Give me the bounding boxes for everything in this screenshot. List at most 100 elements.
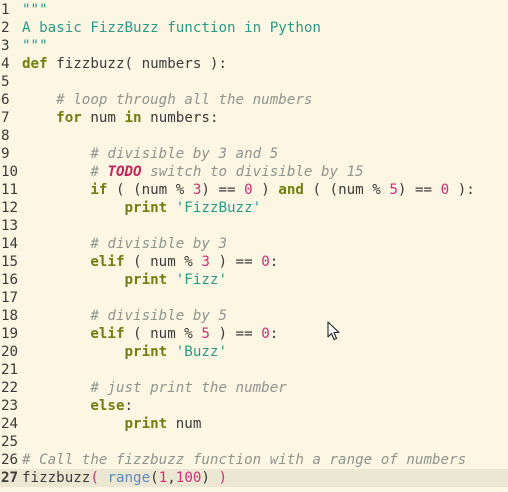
line-code[interactable] — [22, 433, 508, 451]
code-line[interactable]: 15 elif ( num % 3 ) == 0: — [0, 253, 508, 271]
code-line[interactable]: 19 elif ( num % 5 ) == 0: — [0, 325, 508, 343]
line-number: 11 — [1, 182, 19, 198]
line-code[interactable] — [22, 361, 508, 379]
code-token: # just print the number — [90, 380, 287, 396]
code-token: 0 — [261, 254, 270, 270]
code-token: """ — [22, 38, 48, 54]
line-code[interactable]: # Call the fizzbuzz function with a rang… — [22, 451, 508, 469]
line-code[interactable]: # TODO switch to divisible by 15 — [22, 163, 508, 181]
code-line[interactable]: 24 print num — [0, 415, 508, 433]
code-token: 3 — [201, 254, 210, 270]
code-line[interactable]: 5 — [0, 73, 508, 91]
code-token: ) == — [209, 326, 262, 342]
code-token: ( — [150, 470, 159, 486]
line-code[interactable]: # divisible by 3 and 5 — [22, 145, 508, 163]
code-line[interactable]: 27 fizzbuzz( range(1,100) ) — [0, 469, 508, 487]
line-code[interactable]: fizzbuzz( range(1,100) ) — [22, 469, 508, 487]
code-token: num — [167, 416, 202, 432]
line-code[interactable] — [22, 289, 508, 307]
code-line[interactable]: 21 — [0, 361, 508, 379]
code-line[interactable]: 1 """ — [0, 1, 508, 19]
code-line[interactable]: 9 # divisible by 3 and 5 — [0, 145, 508, 163]
code-line[interactable]: 10 # TODO switch to divisible by 15 — [0, 163, 508, 181]
line-number: 16 — [1, 272, 19, 288]
line-number: 15 — [1, 254, 19, 270]
code-line[interactable]: 20 print 'Buzz' — [0, 343, 508, 361]
line-code[interactable]: """ — [22, 37, 508, 55]
code-token: 5 — [389, 182, 398, 198]
line-number: 10 — [1, 164, 19, 180]
code-token: print — [124, 344, 168, 360]
line-number: 24 — [1, 416, 19, 432]
line-code[interactable]: # divisible by 5 — [22, 307, 508, 325]
line-code[interactable]: # loop through all the numbers — [22, 91, 508, 109]
code-line[interactable]: 13 — [0, 217, 508, 235]
code-token: 'Fizz' — [175, 272, 228, 288]
code-line[interactable]: 2 A basic FizzBuzz function in Python — [0, 19, 508, 37]
code-line[interactable]: 7 for num in numbers: — [0, 109, 508, 127]
code-token: 'Buzz' — [175, 344, 228, 360]
line-code[interactable]: elif ( num % 5 ) == 0: — [22, 325, 508, 343]
code-line[interactable]: 3 """ — [0, 37, 508, 55]
code-line[interactable]: 16 print 'Fizz' — [0, 271, 508, 289]
line-code[interactable]: for num in numbers: — [22, 109, 508, 127]
line-code[interactable]: print num — [22, 415, 508, 433]
code-token: 5 — [201, 326, 210, 342]
code-token: ( num % — [124, 254, 202, 270]
line-number: 12 — [1, 200, 19, 216]
code-line[interactable]: 4 def fizzbuzz( numbers ): — [0, 55, 508, 73]
code-line[interactable]: 22 # just print the number — [0, 379, 508, 397]
line-code[interactable]: A basic FizzBuzz function in Python — [22, 19, 508, 37]
line-number: 9 — [1, 146, 10, 162]
code-token: : — [269, 326, 279, 342]
line-code[interactable]: else: — [22, 397, 508, 415]
code-token: A basic FizzBuzz function in Python — [22, 20, 321, 36]
code-line[interactable]: 8 — [0, 127, 508, 145]
line-code[interactable]: def fizzbuzz( numbers ): — [22, 55, 508, 73]
code-line[interactable]: 12 print 'FizzBuzz' — [0, 199, 508, 217]
line-code[interactable] — [22, 127, 508, 145]
code-token: ( — [90, 470, 99, 486]
code-line[interactable]: 17 — [0, 289, 508, 307]
code-line[interactable]: 26 # Call the fizzbuzz function with a ra… — [0, 451, 508, 469]
line-number: 4 — [1, 56, 10, 72]
line-code[interactable]: print 'Fizz' — [22, 271, 508, 289]
code-token: TODO — [107, 164, 142, 180]
code-line[interactable]: 11 if ( (num % 3) == 0 ) and ( (num % 5)… — [0, 181, 508, 199]
line-number: 19 — [1, 326, 19, 342]
code-line[interactable]: 23 else: — [0, 397, 508, 415]
code-token: : — [124, 398, 134, 414]
line-code[interactable] — [22, 73, 508, 91]
code-token: ( (num % — [107, 182, 193, 198]
line-code[interactable]: if ( (num % 3) == 0 ) and ( (num % 5) ==… — [22, 181, 508, 199]
code-line[interactable]: 18 # divisible by 5 — [0, 307, 508, 325]
code-token: 100 — [175, 470, 202, 486]
code-lines[interactable]: 1 """ 2 A basic FizzBuzz function in Python… — [0, 1, 508, 487]
code-token: 1 — [158, 470, 168, 486]
code-token: 0 — [244, 182, 253, 198]
code-token: ) — [252, 182, 279, 198]
code-editor[interactable]: 1 """ 2 A basic FizzBuzz function in Python… — [0, 0, 508, 492]
code-token: print — [124, 200, 168, 216]
line-number: 7 — [1, 110, 10, 126]
code-line[interactable]: 25 — [0, 433, 508, 451]
mouse-pointer-icon — [327, 321, 340, 341]
line-code[interactable]: print 'Buzz' — [22, 343, 508, 361]
line-code[interactable] — [22, 217, 508, 235]
line-code[interactable]: elif ( num % 3 ) == 0: — [22, 253, 508, 271]
line-code[interactable]: """ — [22, 1, 508, 19]
line-code[interactable]: print 'FizzBuzz' — [22, 199, 508, 217]
line-code[interactable]: # divisible by 3 — [22, 235, 508, 253]
code-token: ) == — [201, 182, 245, 198]
code-line[interactable]: 14 # divisible by 3 — [0, 235, 508, 253]
code-line[interactable]: 6 # loop through all the numbers — [0, 91, 508, 109]
line-code[interactable]: # just print the number — [22, 379, 508, 397]
